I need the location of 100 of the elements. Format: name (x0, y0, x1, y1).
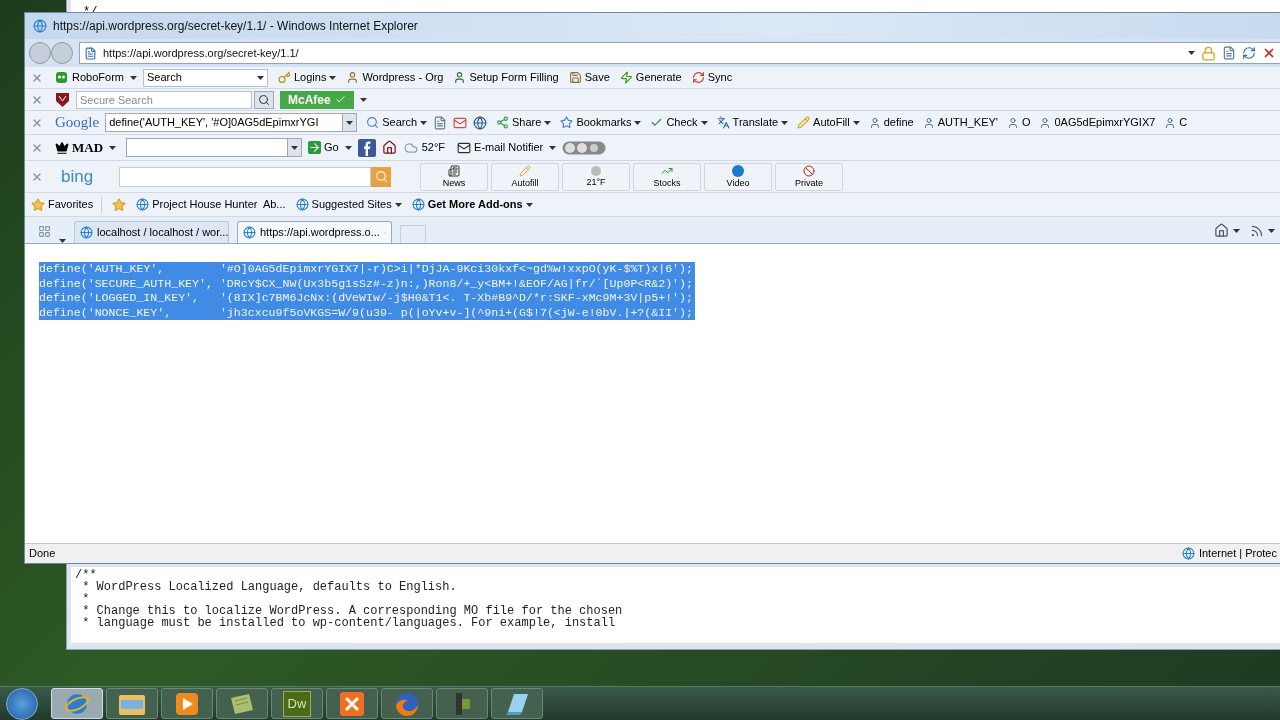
page-icon (295, 198, 309, 211)
caret-icon[interactable] (634, 120, 642, 125)
toolbar-button[interactable]: Bookmarks (560, 114, 642, 131)
start-button[interactable] (6, 687, 38, 720)
caret-icon[interactable] (394, 202, 402, 207)
search-field[interactable] (119, 166, 371, 187)
notifier-button[interactable]: E-mail Notifier (457, 139, 544, 156)
toolbar-button[interactable]: Wordpress - Org (346, 69, 444, 86)
favorite-link[interactable]: Get More Add-ons (411, 196, 533, 213)
page-icon (136, 198, 150, 211)
caret-icon[interactable] (549, 145, 557, 150)
caret-icon[interactable] (129, 75, 137, 80)
caret-icon[interactable] (852, 120, 860, 125)
search-field[interactable]: Secure Search (76, 90, 252, 109)
toolbar-icon (496, 116, 510, 129)
caret-icon[interactable] (781, 120, 789, 125)
person-icon (1006, 116, 1019, 129)
highlight-term[interactable]: define (868, 114, 914, 131)
taskbar-button[interactable] (216, 688, 268, 719)
caret-icon[interactable] (359, 97, 367, 102)
person-icon (868, 116, 881, 129)
caret-icon[interactable] (1268, 229, 1275, 233)
favorite-link[interactable]: Suggested Sites (295, 196, 402, 213)
social-icon[interactable] (357, 138, 376, 157)
toolbar-logo[interactable]: MAD (55, 137, 104, 158)
taskbar-button[interactable] (491, 688, 543, 719)
close-icon[interactable] (31, 170, 43, 183)
toolbar-button[interactable]: Translate (716, 114, 789, 131)
close-icon[interactable] (31, 141, 43, 154)
toolbar-button[interactable]: Setup Form Filling (453, 69, 559, 86)
browser-tab[interactable]: localhost / localhost / wor... (74, 221, 229, 243)
feeds-icon[interactable] (1250, 224, 1264, 238)
toolbar-button[interactable]: Save (568, 69, 610, 86)
close-icon[interactable] (31, 116, 43, 129)
search-icon (374, 170, 388, 183)
highlight-term[interactable]: 0AG5dEpimxrYGIX7 (1039, 114, 1156, 131)
caret-icon[interactable] (544, 120, 552, 125)
home-icon[interactable] (1214, 223, 1229, 238)
caret-icon[interactable] (1188, 51, 1195, 55)
code-line: * WordPress Localized Language, defaults to English. (81, 581, 458, 593)
close-icon[interactable] (31, 71, 43, 84)
refresh-icon[interactable] (1242, 46, 1256, 60)
weather-icon (591, 166, 601, 176)
favorites-button[interactable]: Favorites (31, 196, 103, 213)
taskbar-button[interactable] (106, 688, 158, 719)
bing-button[interactable]: Video (704, 162, 772, 191)
roboform-menu[interactable]: RoboForm (55, 69, 124, 86)
browser-tab[interactable]: https://api.wordpress.o... (237, 221, 392, 243)
page-icon[interactable] (433, 115, 448, 130)
weather-button[interactable]: 52°F (402, 139, 446, 156)
toolbar-button[interactable]: AutoFill (797, 114, 860, 131)
toolbar-icon (797, 116, 811, 129)
taskbar-button[interactable] (161, 688, 213, 719)
globe-icon[interactable] (473, 115, 488, 130)
caret-icon[interactable] (344, 145, 352, 150)
toolbar-button[interactable]: Logins (277, 69, 337, 86)
toolbar-button[interactable]: Generate (619, 69, 682, 86)
toolbar-button[interactable]: Sync (691, 69, 733, 86)
compatibility-icon[interactable] (1222, 46, 1236, 60)
mail-icon[interactable] (453, 115, 468, 130)
favorite-link[interactable]: Project House Hunter Ab... (136, 196, 286, 213)
mail-icon (457, 140, 472, 155)
caret-icon[interactable] (1233, 229, 1240, 233)
stop-icon[interactable] (1262, 46, 1276, 60)
caret-icon[interactable] (109, 145, 117, 150)
search-button[interactable] (254, 90, 274, 109)
toolbar-button[interactable]: Search (366, 114, 428, 131)
taskbar-button[interactable] (326, 688, 378, 719)
bing-button[interactable]: Private (775, 162, 843, 191)
search-field[interactable]: define('AUTH_KEY', '#O]0AG5dEpimxrYGI (105, 113, 358, 132)
go-button[interactable]: Go (308, 139, 339, 156)
taskbar-button[interactable] (436, 688, 488, 719)
caret-icon[interactable] (256, 75, 264, 80)
bing-button[interactable]: 21°F (562, 162, 630, 191)
highlight-term[interactable]: O (1006, 114, 1031, 131)
bing-button[interactable]: News (420, 162, 488, 191)
address-field[interactable]: https://api.wordpress.org/secret-key/1.1/ (79, 42, 1280, 64)
caret-icon[interactable] (700, 120, 708, 125)
caret-icon[interactable] (420, 120, 428, 125)
star-icon (31, 197, 45, 212)
house-icon[interactable] (381, 140, 397, 155)
search-field[interactable] (126, 138, 303, 157)
check-icon (334, 94, 346, 105)
taskbar-button[interactable]: Dw (271, 688, 323, 719)
close-icon[interactable] (31, 93, 43, 106)
bing-button[interactable]: Stocks (633, 162, 701, 191)
caret-icon[interactable] (346, 120, 354, 125)
window-title: https://api.wordpress.org/secret-key/1.1/ - Windows Internet Explorer (53, 18, 418, 35)
highlight-term[interactable]: AUTH_KEY' (922, 114, 998, 131)
toolbar-icon (560, 116, 574, 129)
caret-icon[interactable] (329, 75, 337, 80)
play-icon (732, 165, 744, 177)
search-field[interactable]: Search (142, 68, 268, 87)
toolbar-button[interactable]: Check (650, 114, 708, 131)
media-controls-icon[interactable] (562, 140, 607, 155)
caret-icon[interactable] (291, 145, 299, 150)
bing-button[interactable]: Autofill (491, 162, 559, 191)
toolbar-button[interactable]: Share (496, 114, 552, 131)
caret-icon[interactable] (525, 202, 533, 207)
highlight-term[interactable]: C (1164, 114, 1188, 131)
